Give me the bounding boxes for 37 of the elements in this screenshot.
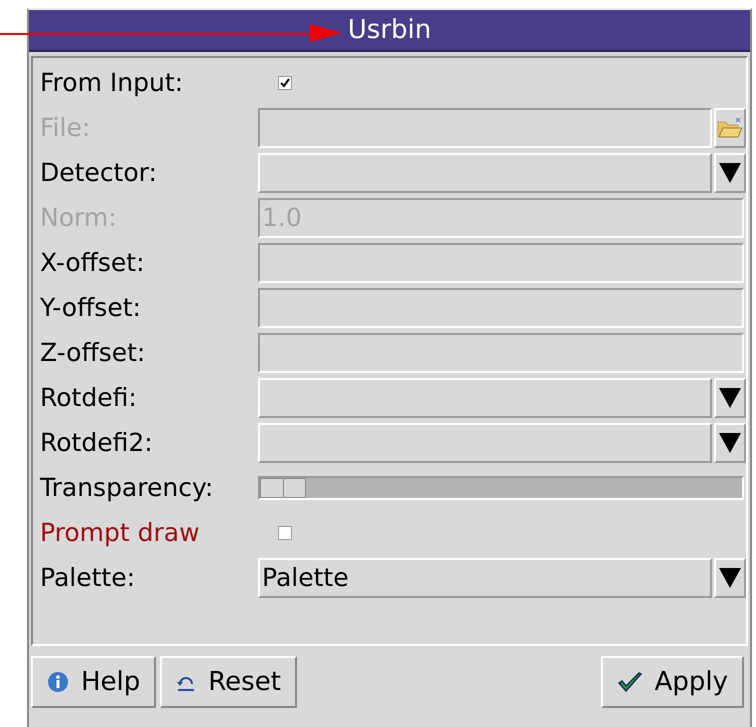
dropdown-button[interactable] (714, 378, 746, 418)
combo-field[interactable] (258, 422, 712, 462)
slider[interactable] (258, 476, 744, 500)
slider-thumb[interactable] (260, 478, 306, 498)
dropdown-button[interactable] (714, 152, 746, 192)
field-label: Prompt draw (39, 518, 201, 547)
field-label: X-offset: (39, 248, 146, 277)
caret-icon (719, 432, 741, 452)
input-field[interactable] (258, 242, 744, 282)
field-label: Z-offset: (39, 338, 146, 367)
browse-button[interactable] (714, 108, 746, 148)
field-label: Y-offset: (39, 293, 142, 322)
field-label: Detector: (39, 158, 158, 187)
combo-field[interactable] (258, 152, 712, 192)
input-field[interactable] (258, 288, 744, 328)
input-field[interactable] (258, 332, 744, 372)
field-label: Palette: (39, 563, 136, 592)
caret-icon (719, 388, 741, 408)
dropdown-button[interactable] (714, 422, 746, 462)
checkbox[interactable] (278, 76, 292, 90)
field-label: Transparency: (39, 473, 214, 502)
checkbox[interactable] (278, 526, 292, 540)
dropdown-button[interactable] (714, 558, 746, 598)
field-label: Rotdefi: (39, 383, 138, 412)
apply-button[interactable]: Apply (600, 656, 744, 708)
field-label: Rotdefi2: (39, 428, 154, 457)
folder-icon (717, 116, 743, 138)
caret-icon (719, 162, 741, 182)
info-icon (47, 671, 69, 693)
field-label: From Input: (39, 68, 184, 97)
combo-field[interactable] (258, 378, 712, 418)
reset-button[interactable]: Reset (160, 656, 297, 708)
check-icon (616, 671, 643, 693)
caret-icon (719, 568, 741, 588)
combo-field[interactable]: Palette (258, 558, 712, 598)
window-title: Usrbin (29, 10, 750, 52)
help-button[interactable]: Help (31, 656, 156, 708)
